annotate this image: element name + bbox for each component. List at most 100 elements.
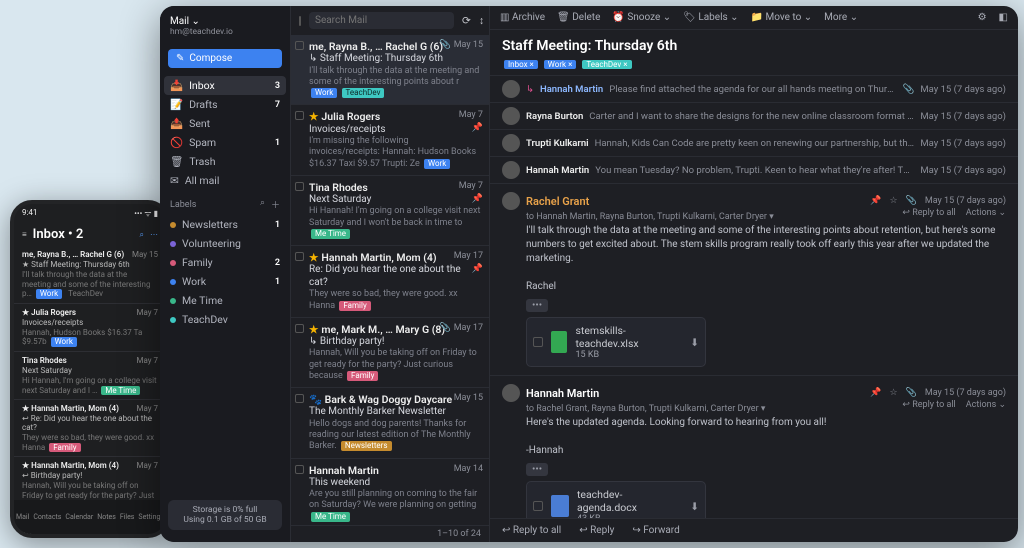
delete-button[interactable]: 🗑 Delete xyxy=(557,12,600,23)
download-icon[interactable]: ⬇ xyxy=(690,336,699,349)
show-trimmed-icon[interactable]: ••• xyxy=(526,299,548,312)
row-checkbox[interactable] xyxy=(295,324,304,333)
list-item[interactable]: Tina RhodesMay 7Next SaturdayHi Hannah, … xyxy=(14,352,166,400)
folder-spam[interactable]: 🚫Spam1 xyxy=(160,133,290,152)
inbox-icon: 📥 xyxy=(170,79,183,92)
reply-all-link[interactable]: ↩ Reply to all xyxy=(902,400,955,410)
sender-name[interactable]: Hannah Martin xyxy=(526,387,599,400)
compose-label: Compose xyxy=(189,53,232,64)
star-icon[interactable]: ★ xyxy=(309,110,318,123)
sort-icon[interactable]: ↕ xyxy=(479,14,484,27)
attachment[interactable]: teachdev-agenda.docx 43 KB ⬇ xyxy=(526,481,706,518)
folder-drafts[interactable]: 📝Drafts7 xyxy=(160,95,290,114)
pin-icon[interactable]: 📌 xyxy=(472,123,483,134)
search-icon[interactable]: ⌕ xyxy=(140,230,144,240)
message-row[interactable]: 🐾 Bark & Wag Doggy Daycare May 15 The Mo… xyxy=(291,388,489,458)
folder-sent[interactable]: 📤Sent xyxy=(160,114,290,133)
tab-notes[interactable]: Notes xyxy=(97,513,116,521)
sidebar: Mail ⌄ hm@teachdev.io ✎ Compose 📥Inbox3📝… xyxy=(160,6,290,542)
more-icon[interactable]: ⋯ xyxy=(150,230,158,239)
star-icon[interactable]: ★ xyxy=(309,251,318,264)
tab-calendar[interactable]: Calendar xyxy=(65,513,93,521)
folder-inbox[interactable]: 📥Inbox3 xyxy=(164,76,286,95)
reply-all-button[interactable]: ↩ Reply to all xyxy=(502,525,561,536)
collapsed-message[interactable]: Trupti Kulkarni Hannah, Kids Can Code ar… xyxy=(490,129,1018,156)
forward-button[interactable]: ↪ Forward xyxy=(632,525,679,536)
show-trimmed-icon[interactable]: ••• xyxy=(526,463,548,476)
label-teachdev[interactable]: TeachDev xyxy=(160,310,290,329)
select-all-checkbox[interactable] xyxy=(299,16,301,26)
reply-button[interactable]: ↩ Reply xyxy=(579,525,614,536)
settings-icon[interactable]: ⚙ xyxy=(978,12,987,23)
star-icon[interactable]: ☆ xyxy=(890,388,898,398)
row-checkbox[interactable] xyxy=(295,41,304,50)
menu-icon[interactable]: ≡ xyxy=(22,230,27,239)
list-item[interactable]: me, Rayna B., … Rachel G (6)May 15★ Staf… xyxy=(14,246,166,304)
tab-files[interactable]: Files xyxy=(120,513,135,521)
collapsed-message[interactable]: Hannah Martin You mean Tuesday? No probl… xyxy=(490,156,1018,183)
labels-button[interactable]: 🏷 Labels ⌄ xyxy=(683,12,738,23)
search-input[interactable] xyxy=(309,12,454,29)
star-icon[interactable]: ★ xyxy=(309,323,318,336)
collapsed-message[interactable]: ↳ Hannah Martin Please find attached the… xyxy=(490,75,1018,102)
list-item[interactable]: ★ Hannah Martin, Mom (4)May 7↩ Re: Did y… xyxy=(14,400,166,457)
message-row[interactable]: ★ me, Mark M., … Mary G (8) 📎 May 17 ↳ B… xyxy=(291,318,489,388)
attachment-icon: 📎 xyxy=(906,196,917,206)
snooze-button[interactable]: ⏰ Snooze ⌄ xyxy=(612,12,671,23)
reply-all-link[interactable]: ↩ Reply to all xyxy=(902,208,955,218)
refresh-icon[interactable]: ⟳ xyxy=(462,14,471,27)
sender-name[interactable]: Rachel Grant xyxy=(526,195,589,208)
mobile-app: 9:41 ••• ᯤ ▮ ≡ Inbox • 2 ⌕ ⋯ me, Rayna B… xyxy=(10,200,170,538)
message-row[interactable]: ★ Julia Rogers May 7 Invoices/receipts I… xyxy=(291,105,489,175)
tab-contacts[interactable]: Contacts xyxy=(33,513,61,521)
folder-trash[interactable]: 🗑Trash xyxy=(160,152,290,171)
thread-labels: Inbox × Work × TeachDev × xyxy=(490,58,1018,75)
thread-tag[interactable]: Work × xyxy=(544,60,577,69)
pin-icon[interactable]: 📌 xyxy=(472,194,483,205)
label-volunteering[interactable]: Volunteering xyxy=(160,234,290,253)
more-button[interactable]: More ⌄ xyxy=(824,12,858,23)
pin-icon[interactable]: 📌 xyxy=(870,388,881,398)
move-button[interactable]: 📁 Move to ⌄ xyxy=(751,12,813,23)
list-pagination[interactable]: 1–10 of 24 xyxy=(291,525,489,542)
pin-icon[interactable]: 📌 xyxy=(472,264,483,275)
list-item[interactable]: ★ Julia RogersMay 7Invoices/receiptsHann… xyxy=(14,304,166,352)
label-work[interactable]: Work1 xyxy=(160,272,290,291)
attachment-checkbox[interactable] xyxy=(533,337,543,347)
thread-tag[interactable]: Inbox × xyxy=(504,60,538,69)
actions-menu[interactable]: Actions ⌄ xyxy=(966,208,1006,218)
archive-button[interactable]: ▥ Archive xyxy=(500,12,545,23)
account-switcher[interactable]: Mail ⌄ hm@teachdev.io xyxy=(160,12,290,41)
avatar xyxy=(502,134,520,152)
label-metime[interactable]: Me Time xyxy=(160,291,290,310)
message-row[interactable]: Tina Rhodes May 7 Next Saturday Hi Hanna… xyxy=(291,176,489,246)
add-label-icon[interactable]: ＋ xyxy=(271,198,280,211)
label-family[interactable]: Family2 xyxy=(160,253,290,272)
row-checkbox[interactable] xyxy=(295,111,304,120)
actions-menu[interactable]: Actions ⌄ xyxy=(966,400,1006,410)
message-row[interactable]: Hannah Martin May 14 This weekend Are yo… xyxy=(291,459,489,526)
label-color-icon xyxy=(170,298,176,304)
collapsed-message[interactable]: Rayna Burton Carter and I want to share … xyxy=(490,102,1018,129)
thread-tag[interactable]: TeachDev × xyxy=(582,60,631,69)
folder-allmail[interactable]: ✉All mail xyxy=(160,171,290,190)
row-checkbox[interactable] xyxy=(295,252,304,261)
label-search-icon[interactable]: ⌕ xyxy=(260,198,265,211)
attachment[interactable]: stemskills-teachdev.xlsx 15 KB ⬇ xyxy=(526,317,706,367)
row-checkbox[interactable] xyxy=(295,465,304,474)
star-icon[interactable]: ☆ xyxy=(890,196,898,206)
label-newsletters[interactable]: Newsletters1 xyxy=(160,215,290,234)
attachment-icon: 📎 xyxy=(440,40,451,51)
label-color-icon xyxy=(170,317,176,323)
panel-toggle-icon[interactable]: ◧ xyxy=(999,12,1008,23)
pin-icon[interactable]: 📌 xyxy=(870,196,881,206)
storage-meter[interactable]: Storage is 0% full Using 0.1 GB of 50 GB xyxy=(168,500,282,530)
message-row[interactable]: ★ Hannah Martin, Mom (4) May 17 Re: Did … xyxy=(291,246,489,318)
attachment-checkbox[interactable] xyxy=(533,501,543,511)
row-checkbox[interactable] xyxy=(295,394,304,403)
compose-button[interactable]: ✎ Compose xyxy=(168,49,282,68)
download-icon[interactable]: ⬇ xyxy=(690,500,699,513)
tab-mail[interactable]: Mail xyxy=(16,513,29,521)
message-row[interactable]: me, Rayna B., … Rachel G (6) 📎 May 15 ↳ … xyxy=(291,35,489,105)
row-checkbox[interactable] xyxy=(295,182,304,191)
